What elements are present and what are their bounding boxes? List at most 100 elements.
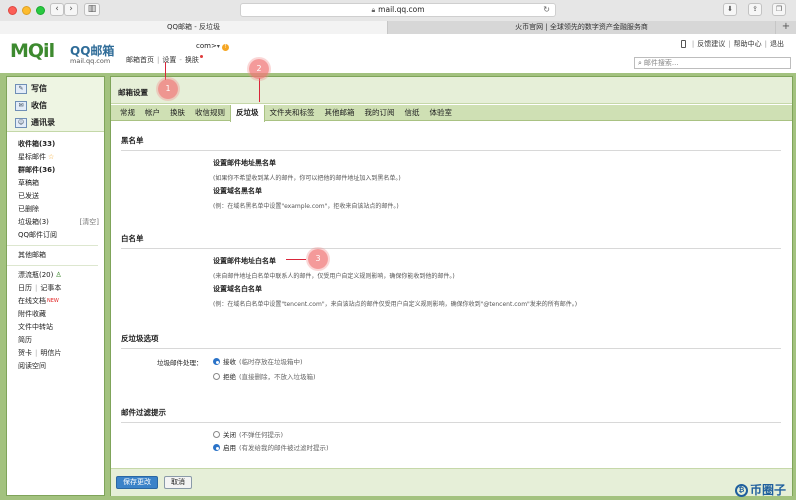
receive-button[interactable]: ✉ 收信 [11, 98, 100, 114]
greeting-cards-link[interactable]: 贺卡 [18, 349, 32, 357]
folder-drafts[interactable]: 草稿箱 [18, 177, 104, 190]
tab-stationery[interactable]: 信纸 [400, 105, 425, 120]
settings-footer: 保存更改 取消 [111, 468, 792, 496]
filter-hint-off-radio[interactable]: 关闭 (不弹任何提示) [213, 429, 283, 439]
share-button[interactable]: ⇪ [748, 3, 762, 16]
tab-other-mailboxes[interactable]: 其他邮箱 [320, 105, 360, 120]
address-bar[interactable]: 🔒︎ mail.qq.com ↻ [240, 3, 556, 17]
folder-list: 收件箱(33) 星标邮件 ☆ 群邮件(36) 草稿箱 已发送 已删除 垃圾箱(3)… [7, 132, 104, 373]
skin-link[interactable]: 换肤 [185, 56, 199, 64]
option-hint: (有发给我的邮件被过滤时提示) [239, 444, 329, 452]
option-hint: (直接删除，不放入垃圾箱) [239, 373, 316, 381]
new-tab-button[interactable]: + [776, 21, 796, 34]
whitelist-domain-link[interactable]: 设置域名白名单 [213, 284, 262, 294]
forward-button[interactable]: › [64, 3, 78, 16]
watermark-text: 币圈子 [750, 483, 787, 497]
settings-header: 邮箱设置 [111, 77, 792, 104]
close-window-button[interactable] [8, 6, 17, 15]
back-button[interactable]: ‹ [50, 3, 64, 16]
file-transfer-link[interactable]: 文件中转站 [18, 321, 104, 334]
tab-folders-labels[interactable]: 文件夹和标签 [265, 105, 320, 120]
annotation-arrow-3 [286, 259, 306, 260]
save-button[interactable]: 保存更改 [116, 476, 158, 489]
reading-space-link[interactable]: 阅读空间 [18, 360, 104, 373]
mail-home-link[interactable]: 邮箱首页 [126, 56, 154, 64]
contacts-label: 通讯录 [31, 118, 55, 127]
sidebar: ✎ 写信 ✉ 收信 ☺ 通讯录 收件箱(33) 星标邮件 ☆ 群邮件(36) 草稿箱 已… [6, 76, 105, 496]
contacts-button[interactable]: ☺ 通讯录 [11, 115, 100, 131]
folder-drift-bottle[interactable]: 漂流瓶(20) ♙ [18, 269, 104, 282]
folder-other-mailboxes[interactable]: 其他邮箱 [18, 249, 104, 262]
cancel-button[interactable]: 取消 [164, 476, 192, 489]
compose-button[interactable]: ✎ 写信 [11, 81, 100, 97]
calendar-link[interactable]: 日历 [18, 284, 32, 292]
window-controls [8, 6, 45, 15]
annotation-marker-3: 3 [308, 249, 328, 269]
page-title: 邮箱设置 [118, 88, 148, 97]
reload-icon[interactable]: ↻ [543, 4, 550, 16]
folder-label: 已发送 [18, 192, 39, 200]
spam-accept-radio[interactable]: 接收 (临时存放在垃圾箱中) [213, 356, 303, 366]
clear-spam-link[interactable]: [清空] [80, 216, 99, 229]
folder-label: 草稿箱 [18, 179, 39, 187]
folder-starred[interactable]: 星标邮件 ☆ [18, 151, 104, 164]
blacklist-domain-link[interactable]: 设置域名黑名单 [213, 186, 262, 196]
browser-toolbar: ‹ › ▥ 🔒︎ mail.qq.com ↻ ⬇ ⇪ ❐ [0, 0, 796, 21]
zoom-window-button[interactable] [36, 6, 45, 15]
option-label: 接收 [223, 358, 236, 366]
section-title: 黑名单 [121, 135, 781, 151]
logo-wordmark: MQil [10, 40, 55, 62]
mobile-icon[interactable] [680, 40, 686, 48]
help-link[interactable]: 帮助中心 [734, 40, 762, 48]
feedback-link[interactable]: 反馈建议 [697, 40, 725, 48]
cards-row: 贺卡 | 明信片 [18, 349, 62, 357]
folder-subscriptions[interactable]: QQ邮件订阅 [18, 229, 104, 242]
folder-label: 其他邮箱 [18, 251, 46, 259]
radio-checked-icon [213, 357, 220, 365]
attachments-link[interactable]: 附件收藏 [18, 308, 104, 321]
folder-sent[interactable]: 已发送 [18, 190, 104, 203]
tab-skin[interactable]: 换肤 [165, 105, 190, 120]
settings-panel: 邮箱设置 常规 帐户 换肤 收信规则 反垃圾 文件夹和标签 其他邮箱 我的订阅 … [110, 76, 793, 496]
radio-checked-icon [213, 443, 220, 451]
tab-antispam[interactable]: 反垃圾 [230, 105, 265, 122]
online-docs-link[interactable]: 在线文档NEW [18, 295, 104, 308]
tab-general[interactable]: 常规 [115, 105, 140, 120]
folder-label: QQ邮件订阅 [18, 231, 58, 239]
blacklist-section: 黑名单 设置邮件地址黑名单 (如果你不希望收到某人的邮件，你可以把他的邮件地址加… [121, 135, 781, 220]
chevron-right-icon: › [69, 4, 73, 14]
search-placeholder: 邮件搜索... [643, 59, 679, 67]
folder-deleted[interactable]: 已删除 [18, 203, 104, 216]
logout-link[interactable]: 退出 [770, 40, 784, 48]
minimize-window-button[interactable] [22, 6, 31, 15]
calendar-notes-row: 日历 | 记事本 [18, 284, 62, 292]
option-label: 关闭 [223, 431, 236, 439]
chevron-left-icon: ‹ [55, 4, 59, 14]
browser-tab-huobi[interactable]: 火币官网 | 全球领先的数字资产金融服务商 [388, 21, 776, 34]
tab-subscriptions[interactable]: 我的订阅 [360, 105, 400, 120]
logo-domain: mail.qq.com [70, 57, 111, 65]
folder-groups[interactable]: 群邮件(36) [18, 164, 104, 177]
postcards-link[interactable]: 明信片 [40, 349, 61, 357]
whitelist-domain-note: (例：在域名白名单中设置"tencent.com"，来自该站点的邮件仅受用户自定… [213, 301, 578, 308]
tab-rules[interactable]: 收信规则 [190, 105, 230, 120]
folder-spam[interactable]: 垃圾箱(3) [清空] [18, 216, 104, 229]
spam-reject-radio[interactable]: 拒绝 (直接删除，不放入垃圾箱) [213, 371, 316, 381]
browser-tab-qqmail[interactable]: QQ邮箱 - 反垃圾 [0, 21, 388, 34]
tab-labs[interactable]: 体验室 [425, 105, 458, 120]
whitelist-address-link[interactable]: 设置邮件地址白名单 [213, 256, 276, 266]
sidebar-toggle-button[interactable]: ▥ [84, 3, 100, 16]
tab-overview-button[interactable]: ❐ [772, 3, 786, 16]
folder-inbox[interactable]: 收件箱(33) [18, 138, 104, 151]
notes-link[interactable]: 记事本 [40, 284, 61, 292]
account-switcher[interactable]: com>▾! [196, 42, 229, 51]
radio-unchecked-icon [213, 430, 220, 438]
blacklist-address-link[interactable]: 设置邮件地址黑名单 [213, 158, 276, 168]
tab-account[interactable]: 帐户 [140, 105, 165, 120]
mail-search-input[interactable]: ⌕ 邮件搜索... [634, 57, 791, 69]
downloads-button[interactable]: ⬇ [723, 3, 737, 16]
filter-hint-on-radio[interactable]: 启用 (有发给我的邮件被过滤时提示) [213, 442, 329, 452]
browser-tab-label: QQ邮箱 - 反垃圾 [167, 23, 220, 31]
folder-label: 文件中转站 [18, 323, 53, 331]
resume-link[interactable]: 简历 [18, 334, 104, 347]
